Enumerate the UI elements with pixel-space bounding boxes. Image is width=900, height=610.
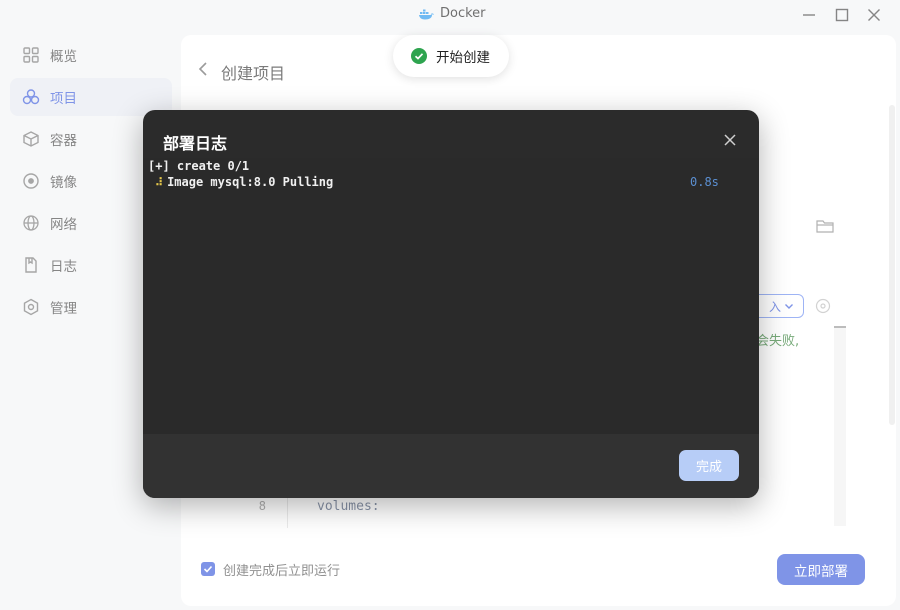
dialog-footer: [143, 434, 759, 498]
deploy-log-dialog: 部署日志 [+] create 0/1 ⠼ Image mysql:8.0 Pu…: [143, 110, 759, 498]
log-output[interactable]: [+] create 0/1 ⠼ Image mysql:8.0 Pulling…: [143, 158, 759, 434]
toast-text: 开始创建: [436, 50, 490, 66]
spinner-icon: ⠼: [155, 175, 164, 189]
close-icon[interactable]: [723, 133, 737, 147]
done-button[interactable]: 完成: [679, 450, 739, 481]
toast-notification: 开始创建: [393, 35, 509, 77]
log-elapsed-time: 0.8s: [690, 175, 719, 189]
log-line-text: Image mysql:8.0 Pulling: [167, 175, 334, 189]
dialog-title: 部署日志: [163, 134, 228, 153]
success-check-icon: [411, 48, 427, 64]
log-line: [+] create 0/1: [148, 159, 250, 173]
log-line: ⠼ Image mysql:8.0 Pulling: [155, 175, 333, 189]
